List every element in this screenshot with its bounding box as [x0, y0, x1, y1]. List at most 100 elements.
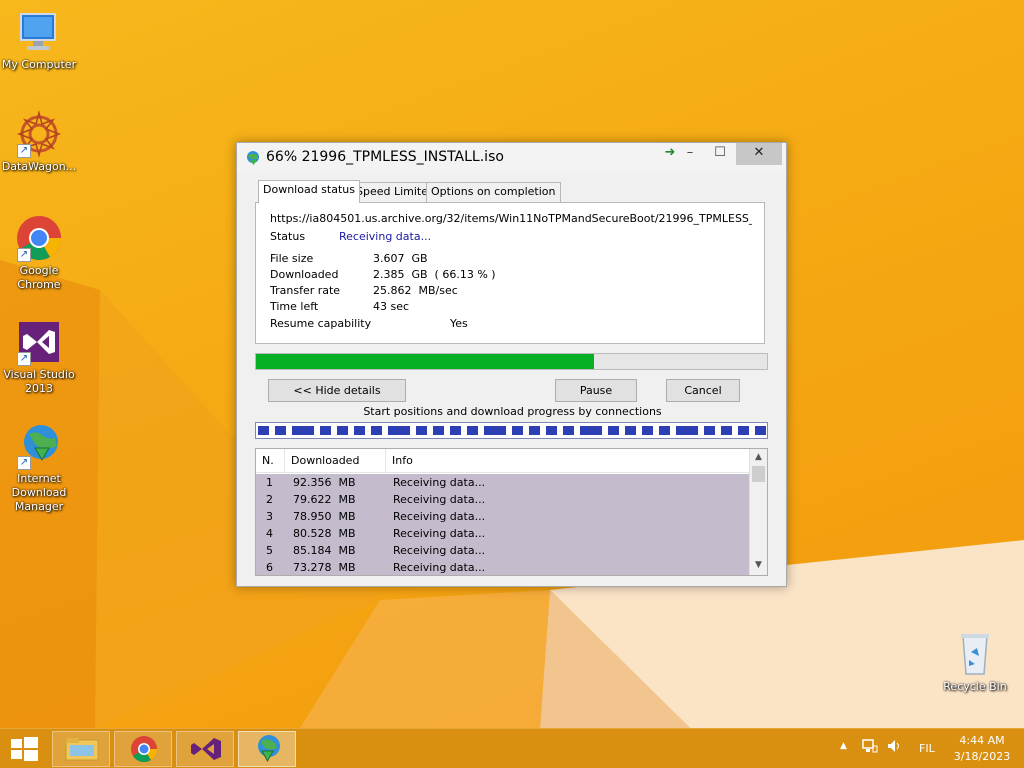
pause-button[interactable]: Pause [555, 379, 637, 402]
desktop-icon-label: Internet Download Manager [11, 472, 67, 513]
recycle-bin-icon [951, 630, 999, 678]
connection-segment [450, 426, 461, 435]
maximize-button[interactable]: ☐ [705, 143, 735, 165]
download-dialog: 66% 21996_TPMLESS_INSTALL.iso ➜ – ☐ ✕ Do… [236, 142, 787, 587]
idm-globe-icon: ↗ [15, 422, 63, 470]
desktop-icon-datawagon[interactable]: ↗ DataWagon... [0, 110, 78, 174]
column-header-downloaded[interactable]: Downloaded [285, 449, 386, 473]
connection-segment [704, 426, 715, 435]
connection-segment [354, 426, 365, 435]
desktop-icon-recycle-bin[interactable]: Recycle Bin [936, 630, 1014, 694]
connection-info: Receiving data... [393, 527, 486, 540]
taskbar-visual-studio[interactable] [176, 731, 234, 767]
list-item[interactable]: 4 80.528 MB Receiving data... [256, 525, 749, 542]
taskbar-chrome[interactable] [114, 731, 172, 767]
connection-downloaded: 80.528 MB [293, 527, 356, 540]
connection-segment [484, 426, 506, 435]
desktop-icon-label: Recycle Bin [943, 680, 1007, 693]
desktop-icon-idm[interactable]: ↗ Internet Download Manager [0, 422, 78, 514]
list-scrollbar[interactable]: ▲ ▼ [749, 449, 767, 575]
connection-info: Receiving data... [393, 544, 486, 557]
scroll-thumb[interactable] [752, 466, 765, 482]
connection-segment [642, 426, 653, 435]
connection-segment [546, 426, 557, 435]
connection-segment [467, 426, 478, 435]
connection-segment [738, 426, 749, 435]
shortcut-arrow-icon: ↗ [17, 352, 31, 366]
list-item[interactable]: 5 85.184 MB Receiving data... [256, 542, 749, 559]
network-icon[interactable] [862, 738, 878, 757]
scroll-down-icon[interactable]: ▼ [750, 557, 767, 573]
list-item[interactable]: 2 79.622 MB Receiving data... [256, 491, 749, 508]
windows-logo-icon [11, 737, 38, 761]
file-size-label: File size [270, 252, 314, 265]
desktop-icon-label: Visual Studio 2013 [3, 368, 75, 395]
taskbar-file-explorer[interactable] [52, 731, 110, 767]
connection-segment [292, 426, 314, 435]
download-status-panel: https://ia804501.us.archive.org/32/items… [255, 202, 765, 344]
connection-number: 2 [266, 493, 273, 506]
connections-segments [258, 426, 766, 435]
column-header-n[interactable]: N. [256, 449, 285, 473]
cancel-button[interactable]: Cancel [666, 379, 740, 402]
connection-segment [512, 426, 523, 435]
connection-info: Receiving data... [393, 510, 486, 523]
volume-icon[interactable] [886, 738, 902, 757]
show-hidden-icons-icon[interactable]: ▲ [840, 741, 847, 751]
desktop-icon-label: DataWagon... [1, 160, 77, 173]
status-label: Status [270, 230, 306, 243]
tab-speed-limiter[interactable]: Speed Limiter [351, 182, 438, 202]
datawagon-icon: ↗ [15, 110, 63, 158]
tab-download-status[interactable]: Download status [258, 180, 360, 203]
start-button[interactable] [0, 731, 48, 767]
time-left-label: Time left [270, 300, 319, 313]
language-indicator[interactable]: FIL [919, 742, 935, 755]
dialog-title: 66% 21996_TPMLESS_INSTALL.iso [266, 149, 504, 165]
connection-number: 3 [266, 510, 273, 523]
idm-globe-icon [247, 151, 259, 165]
transfer-rate-label: Transfer rate [270, 284, 341, 297]
connection-info: Receiving data... [393, 561, 486, 574]
connection-segment [721, 426, 732, 435]
download-progress-bar [255, 353, 768, 370]
taskbar-idm[interactable] [238, 731, 296, 767]
resume-capability-value: Yes [450, 317, 468, 330]
list-item[interactable]: 6 73.278 MB Receiving data... [256, 559, 749, 575]
connection-info: Receiving data... [393, 493, 486, 506]
desktop-icon-my-computer[interactable]: My Computer [0, 8, 78, 72]
connection-downloaded: 92.356 MB [293, 476, 356, 489]
hide-details-button[interactable]: << Hide details [268, 379, 406, 402]
desktop-icon-label: My Computer [1, 58, 77, 71]
connection-downloaded: 85.184 MB [293, 544, 356, 557]
connections-caption: Start positions and download progress by… [363, 405, 662, 418]
downloaded-value: 2.385 GB ( 66.13 % ) [373, 268, 496, 281]
list-item[interactable]: 1 92.356 MB Receiving data... [256, 474, 749, 491]
connections-list[interactable]: N. Downloaded Info 1 92.356 MB Receiving… [255, 448, 768, 576]
dialog-titlebar[interactable]: 66% 21996_TPMLESS_INSTALL.iso ➜ – ☐ ✕ [237, 143, 786, 173]
connection-segment [563, 426, 574, 435]
desktop-icon-visual-studio[interactable]: ↗ Visual Studio 2013 [0, 318, 78, 396]
clock-date[interactable]: 3/18/2023 [952, 750, 1012, 763]
tab-options-on-completion[interactable]: Options on completion [426, 182, 561, 202]
shortcut-arrow-icon: ↗ [17, 248, 31, 262]
connection-segment [659, 426, 670, 435]
connection-number: 4 [266, 527, 273, 540]
chrome-icon: ↗ [15, 214, 63, 262]
desktop-icon-label: Google Chrome [17, 264, 61, 291]
taskbar: ▲ FIL 4:44 AM 3/18/2023 [0, 728, 1024, 768]
idm-globe-icon [258, 735, 280, 763]
connection-segment [625, 426, 636, 435]
connection-segment [608, 426, 619, 435]
column-header-info[interactable]: Info [386, 449, 749, 473]
scroll-up-icon[interactable]: ▲ [750, 449, 767, 465]
connection-downloaded: 73.278 MB [293, 561, 356, 574]
clock-time[interactable]: 4:44 AM [957, 734, 1007, 747]
time-left-value: 43 sec [373, 300, 410, 313]
connection-segment [580, 426, 602, 435]
connections-progress-bar [255, 422, 768, 439]
desktop-icon-google-chrome[interactable]: ↗ Google Chrome [0, 214, 78, 292]
connection-segment [320, 426, 331, 435]
minimize-button[interactable]: – [675, 143, 705, 165]
close-button[interactable]: ✕ [736, 143, 782, 165]
list-item[interactable]: 3 78.950 MB Receiving data... [256, 508, 749, 525]
